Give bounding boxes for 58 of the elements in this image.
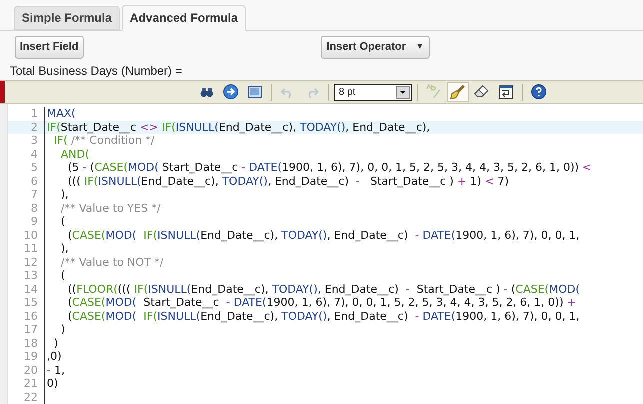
- line-number: 11: [8, 242, 45, 256]
- line-number: 10: [8, 228, 45, 242]
- code-line: /** Value to YES */: [60, 202, 161, 215]
- code-line: (CASE(MOD( IF(ISNULL(End_Date__c), TODAY(), End_Date__c) - DATE(1900, 1, 6), 7), 0, 0, 1,: [66, 310, 580, 323]
- tab[interactable]: Simple Formula: [14, 6, 120, 30]
- brush-icon: [450, 84, 466, 100]
- line-number: 20: [8, 364, 45, 377]
- line-number: 4: [8, 148, 45, 161]
- code-line: ((FLOOR(((( IF(ISNULL(End_Date__c), TODAY(), End_Date__c) - Start_Date__c ) - (CASE(MOD(: [66, 282, 580, 296]
- line-number: 8: [8, 202, 45, 215]
- code-line: /** Value to NOT */: [60, 256, 164, 269]
- line-number: 7: [8, 188, 45, 202]
- code-line: (: [60, 215, 66, 228]
- code-line: ),: [60, 188, 69, 202]
- dropdown-button[interactable]: Insert Operator ▼: [320, 36, 430, 58]
- window-icon: [247, 84, 263, 100]
- code-line: ((( IF(ISNULL(End_Date__c), TODAY(), End_Date__c) - Start_Date__c ) + 1) < 7): [66, 174, 510, 188]
- code-line: ): [60, 323, 66, 336]
- code-line: (: [60, 269, 66, 282]
- caret-icon: [396, 86, 410, 98]
- line-number: 2: [8, 120, 45, 134]
- wrap-icon: [498, 84, 514, 100]
- code-line: AND(: [60, 148, 90, 161]
- line-number: 18: [8, 336, 45, 350]
- line-number: 19: [8, 350, 45, 364]
- code-line: MAX(: [46, 107, 76, 120]
- font-size-select[interactable]: 8 pt: [334, 84, 412, 100]
- code-line: (5 - (CASE(MOD( Start_Date__c - DATE(1900, 1, 6), 7), 0, 0, 1, 5, 2, 5, 3, 4, 4, 3, 5, 2, 6, 1, 0)) <: [66, 161, 592, 174]
- line-number: 9: [8, 215, 45, 228]
- line-number: 22: [8, 390, 45, 404]
- line-number: 17: [8, 323, 45, 336]
- line-number: 14: [8, 282, 45, 296]
- required-marker: [0, 81, 5, 103]
- code-line: (CASE(MOD( IF(ISNULL(End_Date__c), TODAY(), End_Date__c) - DATE(1900, 1, 6), 7), 0, 0, 1,: [66, 228, 580, 242]
- line-number: 6: [8, 174, 45, 188]
- line-number: 12: [8, 256, 45, 269]
- line-number: 21: [8, 377, 45, 390]
- code-line: ),: [60, 242, 69, 256]
- tab[interactable]: Advanced Formula: [122, 5, 246, 31]
- arrow-circle-icon: [223, 84, 239, 100]
- code-line: IF( /** Condition */: [52, 134, 155, 148]
- code-line: 0): [46, 377, 58, 390]
- spellcheck-icon: [426, 84, 442, 100]
- code-line: ): [52, 336, 58, 350]
- code-line: (CASE(MOD( Start_Date__c - DATE(1900, 1, 6), 7), 0, 0, 1, 5, 2, 5, 3, 4, 4, 3, 5, 2, 6, 1, 0)) +: [66, 296, 576, 310]
- eraser-icon: [474, 84, 490, 100]
- line-number: 15: [8, 296, 45, 310]
- code-line: ,0): [46, 350, 62, 364]
- line-number: 5: [8, 161, 45, 174]
- brush-button[interactable]: [447, 82, 469, 102]
- help-icon: [531, 84, 547, 100]
- line-number: 16: [8, 310, 45, 323]
- code-line: IF(Start_Date__c <> IF(ISNULL(End_Date__c), TODAY(), End_Date__c),: [46, 120, 430, 134]
- line-number: 3: [8, 134, 45, 148]
- insert-field-button[interactable]: Insert Field: [15, 36, 84, 58]
- code-line: - 1,: [46, 364, 65, 377]
- line-number: 13: [8, 269, 45, 282]
- formula-label: Total Business Days (Number) =: [9, 63, 184, 80]
